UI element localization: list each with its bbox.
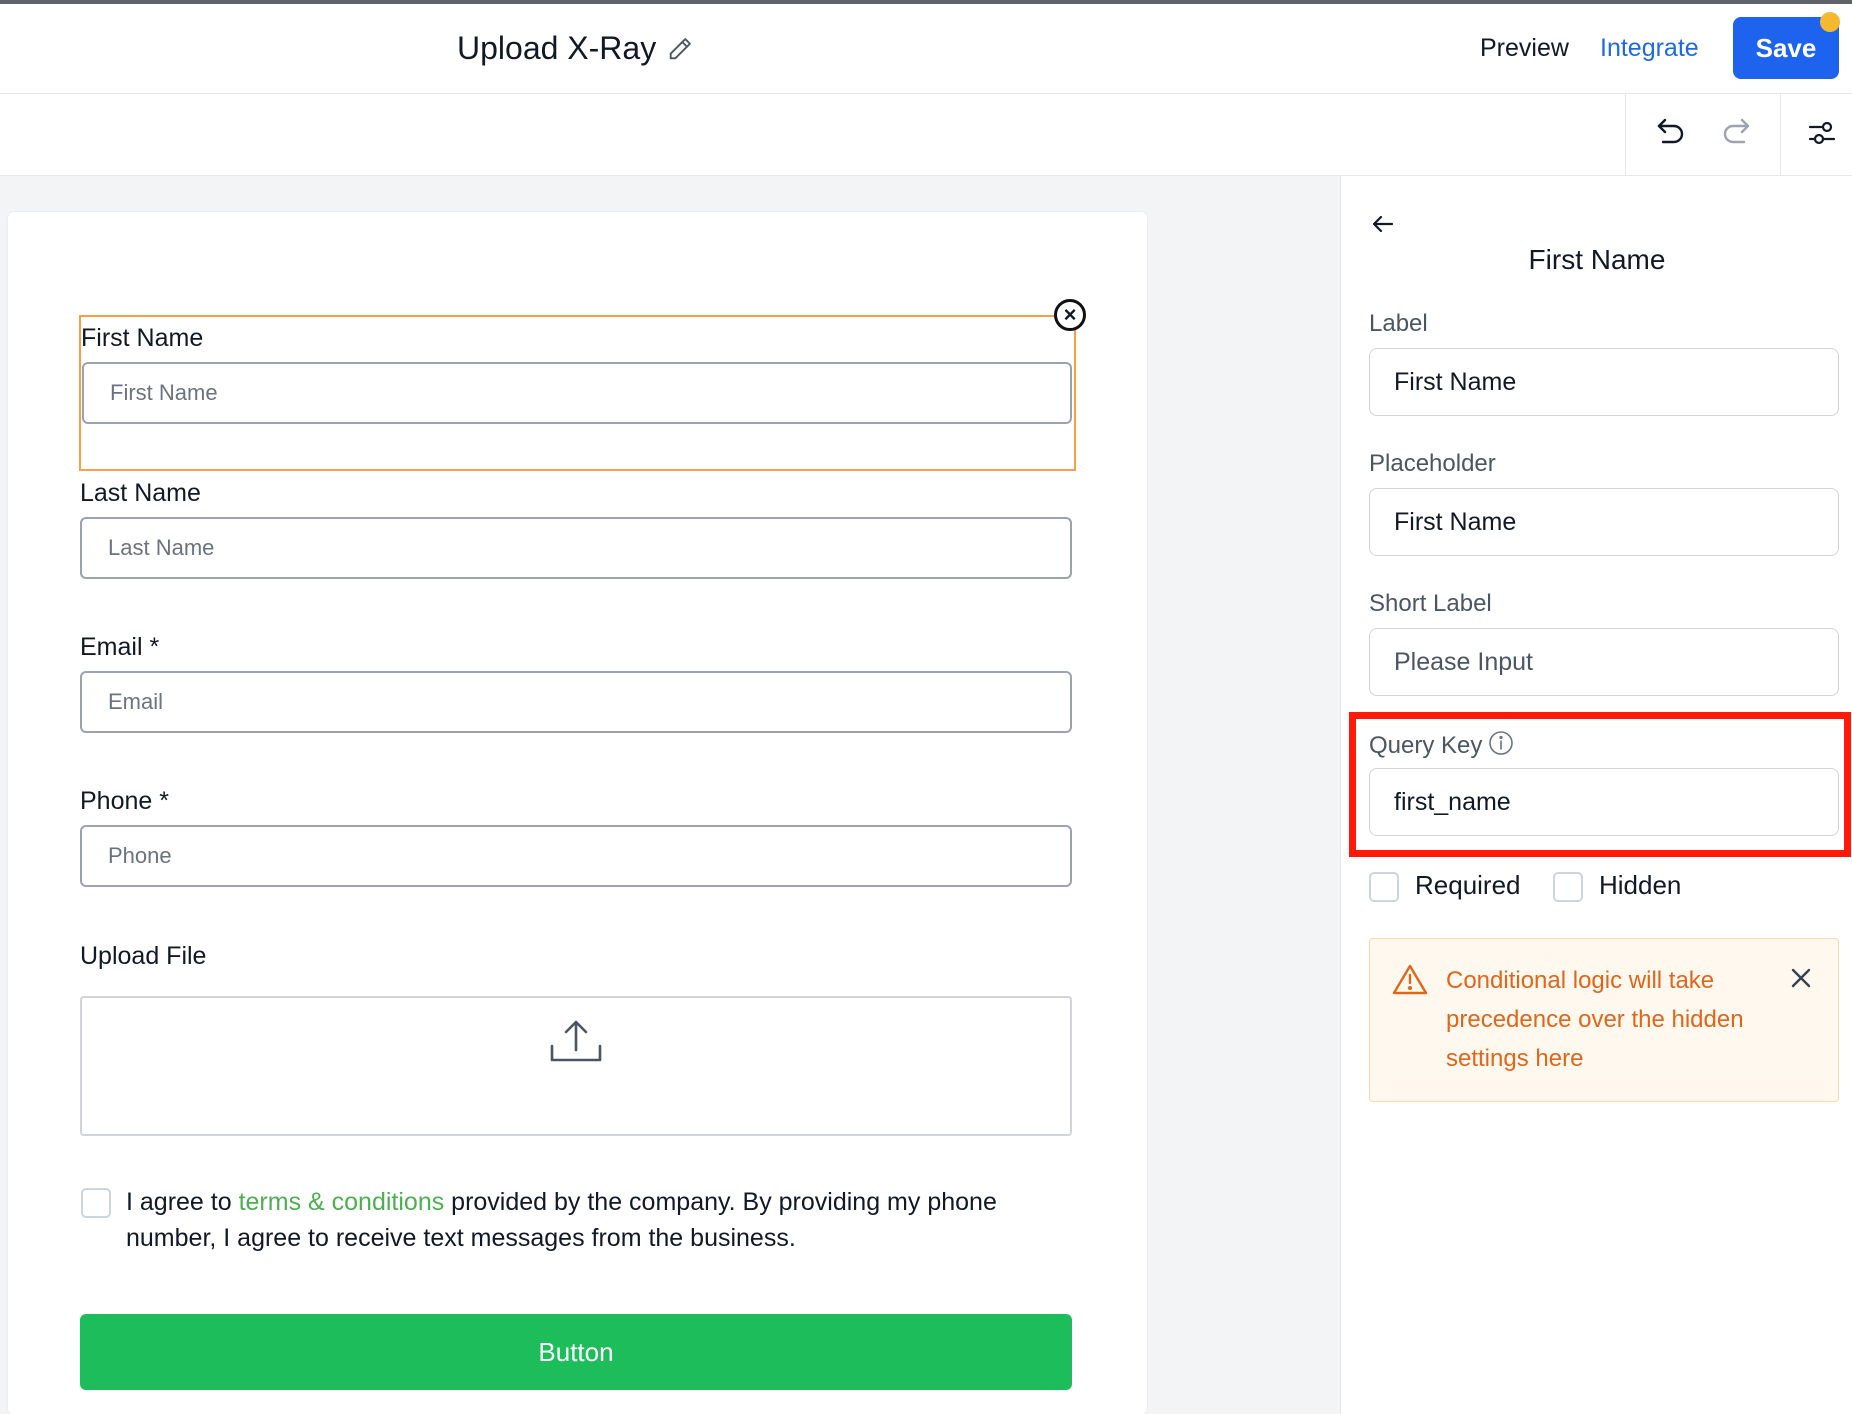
- terms-conditions-link[interactable]: terms & conditions: [239, 1188, 445, 1216]
- redo-icon[interactable]: [1720, 114, 1752, 155]
- form-card: × First Name First Name Last Name Last N…: [8, 212, 1147, 1414]
- warning-triangle-icon: [1392, 963, 1428, 1000]
- remove-field-close-icon[interactable]: ×: [1054, 299, 1086, 331]
- hidden-label: Hidden: [1599, 870, 1682, 900]
- field-label-email: Email *: [80, 633, 160, 661]
- label-input[interactable]: First Name: [1369, 348, 1839, 416]
- warning-text: Conditional logic will take precedence o…: [1446, 967, 1744, 1072]
- form-submit-button[interactable]: Button: [80, 1314, 1072, 1390]
- toolbar-divider: [1780, 94, 1781, 176]
- first-name-input[interactable]: First Name: [82, 362, 1072, 424]
- label-heading: Label: [1369, 310, 1428, 337]
- hidden-checkbox[interactable]: [1553, 872, 1583, 902]
- back-arrow-icon[interactable]: [1371, 212, 1395, 241]
- query-key-highlight: [1349, 712, 1851, 857]
- form-canvas: × First Name First Name Last Name Last N…: [0, 176, 1340, 1414]
- required-label: Required: [1415, 870, 1521, 900]
- toolbar-divider: [1625, 94, 1626, 176]
- upload-icon: [548, 1018, 604, 1071]
- short-label-input[interactable]: Please Input: [1369, 628, 1839, 696]
- field-label-upload-file: Upload File: [80, 942, 207, 970]
- editor-toolbar: [0, 94, 1852, 176]
- field-label-phone: Phone *: [80, 787, 169, 815]
- close-icon[interactable]: [1790, 967, 1812, 994]
- email-input[interactable]: Email: [80, 671, 1072, 733]
- conditional-logic-warning: Conditional logic will take precedence o…: [1369, 938, 1839, 1102]
- required-checkbox[interactable]: [1369, 872, 1399, 902]
- phone-input[interactable]: Phone: [80, 825, 1072, 887]
- field-label-last-name: Last Name: [80, 479, 201, 507]
- terms-agreement-text: I agree to terms & conditions provided b…: [126, 1184, 1066, 1256]
- unsaved-indicator-dot: [1820, 12, 1840, 32]
- page-title: Upload X-Ray: [457, 30, 657, 66]
- last-name-input[interactable]: Last Name: [80, 517, 1072, 579]
- pencil-edit-icon[interactable]: [666, 35, 694, 63]
- placeholder-input[interactable]: First Name: [1369, 488, 1839, 556]
- integrate-button[interactable]: Integrate: [1600, 34, 1699, 63]
- preview-button[interactable]: Preview: [1480, 34, 1569, 63]
- terms-checkbox[interactable]: [81, 1188, 111, 1218]
- header-bar: Upload X-Ray Preview Integrate Save: [0, 4, 1852, 94]
- panel-title: First Name: [1528, 244, 1666, 275]
- terms-text-prefix: I agree to: [126, 1188, 239, 1216]
- upload-dropzone[interactable]: [80, 996, 1072, 1136]
- undo-icon[interactable]: [1655, 114, 1687, 155]
- settings-sliders-icon[interactable]: [1808, 118, 1836, 153]
- field-label-first-name: First Name: [81, 324, 204, 352]
- short-label-heading: Short Label: [1369, 590, 1492, 617]
- title-wrap: Upload X-Ray: [457, 30, 694, 67]
- placeholder-heading: Placeholder: [1369, 450, 1496, 477]
